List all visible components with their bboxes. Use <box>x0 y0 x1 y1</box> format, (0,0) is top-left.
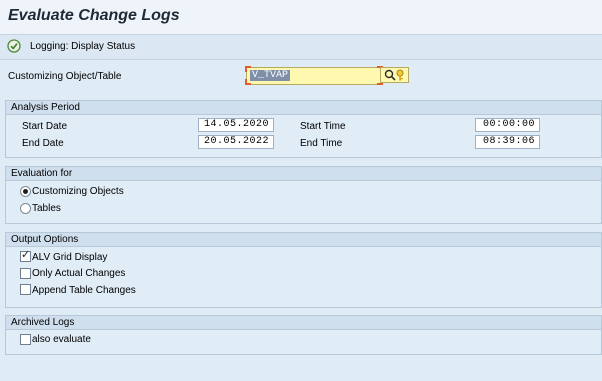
evaluation-for-title: Evaluation for <box>6 167 601 181</box>
output-options-title: Output Options <box>6 233 601 247</box>
checkbox-label-only-actual-changes[interactable]: Only Actual Changes <box>32 268 125 279</box>
radio-tables[interactable] <box>20 203 31 214</box>
title-bar: Evaluate Change Logs <box>0 0 602 35</box>
logging-status-icon[interactable] <box>7 39 21 53</box>
field-focus-corner <box>245 66 251 72</box>
checkbox-also-evaluate[interactable] <box>20 334 31 345</box>
key-icon <box>396 69 404 81</box>
checkbox-label-alv-grid-display[interactable]: ALV Grid Display <box>32 252 107 263</box>
checkbox-append-table-changes[interactable] <box>20 284 31 295</box>
page-title: Evaluate Change Logs <box>8 7 180 24</box>
start-date-label: Start Date <box>22 121 68 132</box>
search-icon <box>384 69 396 81</box>
radio-label-tables[interactable]: Tables <box>32 203 61 214</box>
start-time-input[interactable]: 00:00:00 <box>475 118 540 132</box>
checkbox-only-actual-changes[interactable] <box>20 268 31 279</box>
start-date-input[interactable]: 14.05.2020 <box>198 118 274 132</box>
end-date-label: End Date <box>22 138 64 149</box>
customizing-object-label: Customizing Object/Table <box>8 71 122 82</box>
field-focus-corner <box>245 79 251 85</box>
start-time-label: Start Time <box>300 121 346 132</box>
customizing-object-value: V_TVAP <box>250 70 291 81</box>
end-date-input[interactable]: 20.05.2022 <box>198 135 274 149</box>
checkbox-alv-grid-display[interactable]: ✓ <box>20 248 31 262</box>
analysis-period-title: Analysis Period <box>6 101 601 115</box>
customizing-object-input[interactable]: V_TVAP <box>246 67 382 85</box>
end-time-label: End Time <box>300 138 343 149</box>
radio-customizing-objects[interactable] <box>20 186 31 197</box>
value-help-button[interactable] <box>380 67 409 83</box>
logging-display-status-button[interactable]: Logging: Display Status <box>30 41 135 52</box>
end-time-input[interactable]: 08:39:06 <box>475 135 540 149</box>
checkbox-label-append-table-changes[interactable]: Append Table Changes <box>32 285 136 296</box>
radio-label-customizing-objects[interactable]: Customizing Objects <box>32 186 124 197</box>
application-toolbar: Logging: Display Status <box>0 35 602 60</box>
radio-selected-dot <box>23 189 28 194</box>
archived-logs-group: Archived Logs <box>5 315 602 355</box>
checkmark-icon: ✓ <box>21 248 31 261</box>
archived-logs-title: Archived Logs <box>6 316 601 330</box>
checkbox-label-also-evaluate[interactable]: also evaluate <box>32 334 91 345</box>
